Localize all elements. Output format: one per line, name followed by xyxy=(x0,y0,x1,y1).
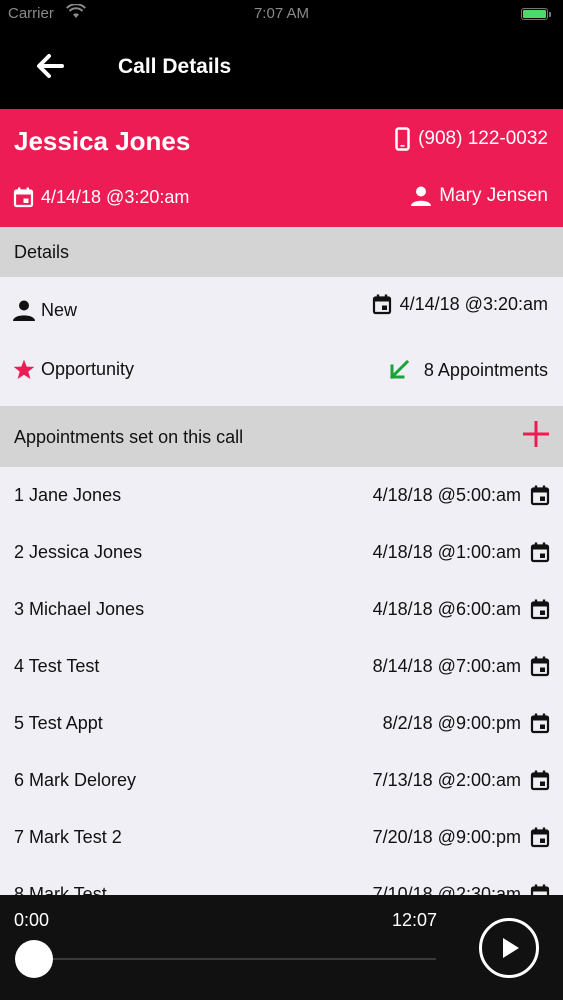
calendar-icon[interactable] xyxy=(530,656,550,682)
top-bar: Carrier 7:07 AM Call Details xyxy=(0,0,563,109)
phone-icon xyxy=(395,127,410,151)
calendar-icon xyxy=(372,294,391,315)
progress-knob[interactable] xyxy=(15,940,53,978)
type-value: Opportunity xyxy=(41,359,135,379)
details-date-text: 4/14/18 @3:20:am xyxy=(399,294,548,314)
appointment-row[interactable]: 1 Jane Jones 4/18/18 @5:00:am xyxy=(0,467,563,524)
person-icon xyxy=(411,186,432,206)
appointments-header-label: Appointments set on this call xyxy=(14,427,244,447)
calendar-icon[interactable] xyxy=(530,827,550,853)
calendar-icon[interactable] xyxy=(530,542,550,568)
appointment-row[interactable]: 4 Test Test 8/14/18 @7:00:am xyxy=(0,638,563,695)
appointment-row[interactable]: 5 Test Appt 8/2/18 @9:00:pm xyxy=(0,695,563,752)
contact-name: Jessica Jones xyxy=(14,126,191,156)
appointment-datetime: 8/14/18 @7:00:am xyxy=(372,656,521,676)
details-section-header: Details xyxy=(0,227,563,277)
type-field: Opportunity xyxy=(13,359,134,380)
appointment-name: 5 Test Appt xyxy=(14,713,103,733)
calendar-icon[interactable] xyxy=(530,770,550,796)
phone-link[interactable]: (908) 122-0032 xyxy=(395,127,548,151)
arrow-down-left-icon xyxy=(389,359,410,380)
appointment-datetime: 4/18/18 @1:00:am xyxy=(372,542,521,562)
call-date-text: 4/14/18 @3:20:am xyxy=(41,187,190,207)
call-date: 4/14/18 @3:20:am xyxy=(13,187,189,208)
phone-number: (908) 122-0032 xyxy=(418,128,548,149)
progress-track[interactable] xyxy=(34,958,436,960)
appointment-row[interactable]: 2 Jessica Jones 4/18/18 @1:00:am xyxy=(0,524,563,581)
play-button[interactable] xyxy=(479,918,539,978)
appointment-datetime: 7/20/18 @9:00:pm xyxy=(372,827,521,847)
details-header-label: Details xyxy=(14,242,70,262)
status-bar: Carrier 7:07 AM xyxy=(0,0,563,30)
appointment-datetime: 4/18/18 @6:00:am xyxy=(372,599,521,619)
page-title: Call Details xyxy=(118,55,232,78)
details-row-type: Opportunity 8 Appointments xyxy=(0,341,563,406)
audio-player: 0:00 12:07 xyxy=(0,895,563,1000)
appointment-name: 6 Mark Delorey xyxy=(14,770,137,790)
status-field: New xyxy=(13,300,77,321)
appointment-row[interactable]: 7 Mark Test 2 7/20/18 @9:00:pm xyxy=(0,809,563,866)
appointments-count[interactable]: 8 Appointments xyxy=(388,359,548,381)
agent-name: Mary Jensen xyxy=(439,185,548,206)
appointment-name: 2 Jessica Jones xyxy=(14,542,143,562)
person-icon xyxy=(13,300,35,321)
play-icon xyxy=(503,938,519,958)
calendar-icon xyxy=(13,187,34,208)
appointment-datetime: 8/2/18 @9:00:pm xyxy=(382,713,521,733)
appointment-name: 7 Mark Test 2 xyxy=(14,827,122,847)
battery-icon xyxy=(521,8,551,20)
clock: 7:07 AM xyxy=(253,5,310,22)
star-icon xyxy=(13,359,35,379)
add-appointment-button[interactable] xyxy=(522,420,550,448)
details-date: 4/14/18 @3:20:am xyxy=(372,294,548,315)
agent: Mary Jensen xyxy=(411,185,548,207)
back-arrow-icon[interactable] xyxy=(34,52,66,80)
calendar-icon[interactable] xyxy=(530,713,550,739)
status-value: New xyxy=(41,300,78,320)
details-row-status: New 4/14/18 @3:20:am xyxy=(0,277,563,341)
appointments-count-text: 8 Appointments xyxy=(423,359,548,380)
appointment-datetime: 7/13/18 @2:00:am xyxy=(372,770,521,790)
appointment-name: 4 Test Test xyxy=(14,656,100,676)
calendar-icon[interactable] xyxy=(530,485,550,511)
calendar-icon[interactable] xyxy=(530,599,550,625)
appointments-section-header: Appointments set on this call xyxy=(0,406,563,467)
appointment-name: 1 Jane Jones xyxy=(14,485,122,505)
elapsed-time: 0:00 xyxy=(14,910,50,930)
appointment-row[interactable]: 6 Mark Delorey 7/13/18 @2:00:am xyxy=(0,752,563,809)
appointment-row[interactable]: 3 Michael Jones 4/18/18 @6:00:am xyxy=(0,581,563,638)
appointment-name: 3 Michael Jones xyxy=(14,599,145,619)
contact-header: Jessica Jones (908) 122-0032 4/14/18 @3:… xyxy=(0,109,563,227)
total-duration: 12:07 xyxy=(392,910,438,930)
appointment-datetime: 4/18/18 @5:00:am xyxy=(372,485,521,505)
